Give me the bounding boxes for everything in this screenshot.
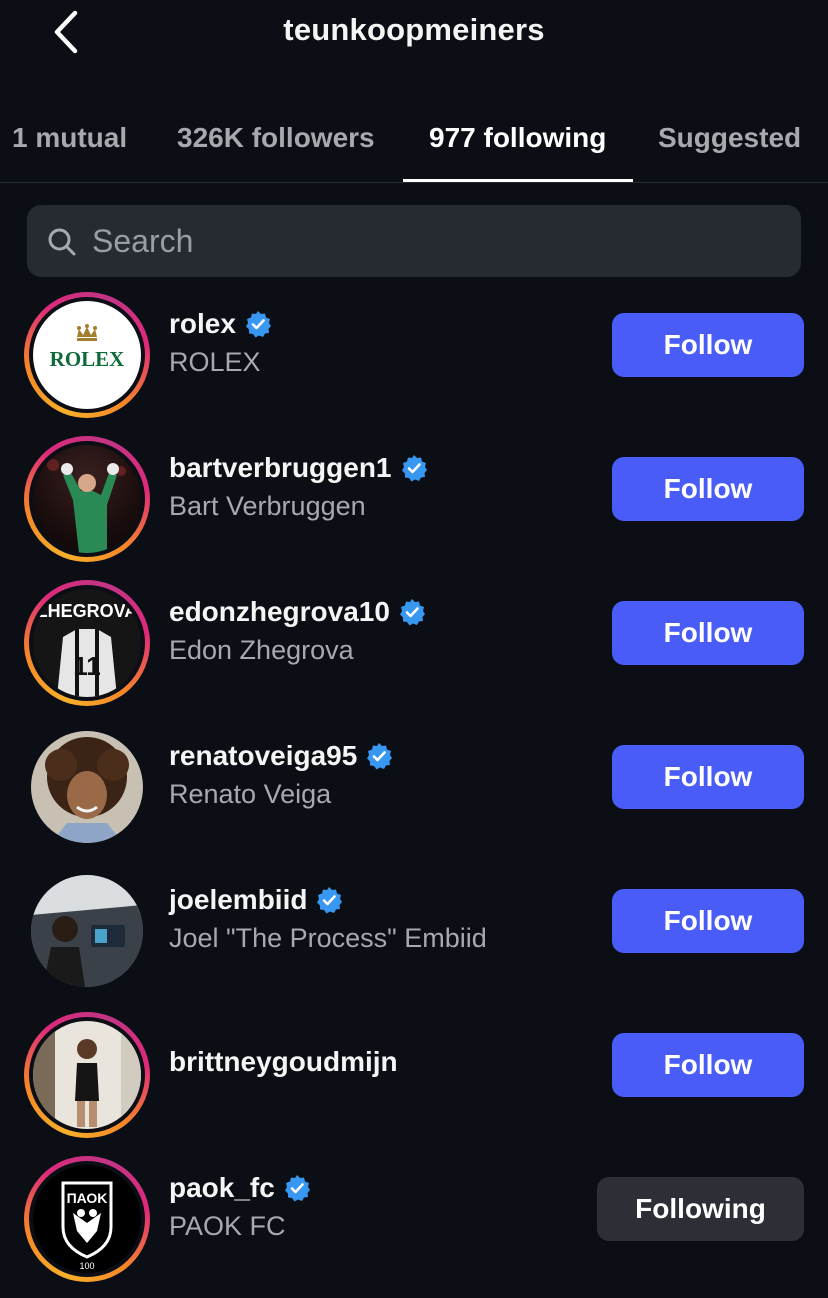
username[interactable]: joelembiid: [169, 884, 307, 916]
username[interactable]: renatoveiga95: [169, 740, 357, 772]
logo-number: 100: [79, 1261, 94, 1271]
follow-button[interactable]: Follow: [612, 1033, 804, 1097]
list-item: ROLEX rolex ROLEX Follow: [0, 290, 828, 434]
verified-badge-icon: [401, 455, 427, 482]
search-placeholder: Search: [92, 223, 194, 259]
paok-logo: ΠΑΟΚ 100: [61, 1181, 113, 1271]
following-button[interactable]: Following: [597, 1177, 804, 1241]
jersey-number: 11: [73, 651, 101, 681]
avatar[interactable]: [24, 1012, 150, 1138]
verified-badge-icon: [367, 743, 393, 770]
list-item: renatoveiga95 Renato Veiga Follow: [0, 722, 828, 866]
list-item: joelembiid Joel "The Process" Embiid Fol…: [0, 866, 828, 1010]
list-item: brittneygoudmijn Follow: [0, 1010, 828, 1154]
verified-badge-icon: [399, 599, 425, 626]
full-name: ROLEX: [169, 347, 261, 377]
verified-badge-icon: [284, 1175, 310, 1202]
verified-badge-icon: [317, 887, 343, 914]
username[interactable]: paok_fc: [169, 1172, 275, 1204]
full-name: Joel "The Process" Embiid: [169, 923, 487, 953]
follow-button[interactable]: Follow: [612, 313, 804, 377]
full-name: Edon Zhegrova: [169, 635, 354, 665]
rolex-logo: ROLEX: [50, 324, 125, 371]
username[interactable]: brittneygoudmijn: [169, 1046, 398, 1078]
avatar-text: ΠΑΟΚ: [67, 1190, 108, 1206]
avatar[interactable]: [31, 731, 143, 843]
avatar[interactable]: ZHEGROVA 11: [24, 580, 150, 706]
tab-mutual[interactable]: 1 mutual: [12, 122, 127, 154]
following-list-screen: teunkoopmeiners 1 mutual 326K followers …: [0, 0, 828, 1298]
jersey-photo: ZHEGROVA 11: [37, 601, 138, 697]
full-name: PAOK FC: [169, 1211, 286, 1241]
cockpit-photo: [31, 875, 143, 987]
full-name: Bart Verbruggen: [169, 491, 366, 521]
verified-badge-icon: [245, 311, 271, 338]
tab-following[interactable]: 977 following: [429, 122, 606, 154]
avatar[interactable]: ROLEX: [24, 292, 150, 418]
list-item: ΠΑΟΚ 100 paok_fc PAOK FC Following: [0, 1154, 828, 1298]
page-title: teunkoopmeiners: [283, 12, 545, 47]
follow-button[interactable]: Follow: [612, 457, 804, 521]
portrait-photo: [45, 737, 129, 843]
username[interactable]: bartverbruggen1: [169, 452, 392, 484]
avatar[interactable]: [31, 875, 143, 987]
avatar-text: ROLEX: [50, 347, 125, 371]
tab-followers[interactable]: 326K followers: [177, 122, 375, 154]
active-tab-indicator: [403, 179, 633, 182]
header: teunkoopmeiners: [0, 0, 828, 66]
search-icon: [48, 228, 76, 256]
username[interactable]: rolex: [169, 308, 236, 340]
goalkeeper-photo: [47, 459, 126, 553]
list-item: ZHEGROVA 11 edonzhegrova10 Edon Zhegrova: [0, 578, 828, 722]
full-name: Renato Veiga: [169, 779, 332, 809]
avatar[interactable]: ΠΑΟΚ 100: [24, 1156, 150, 1282]
follow-button[interactable]: Follow: [612, 889, 804, 953]
avatar-text: ZHEGROVA: [37, 601, 138, 621]
follow-button[interactable]: Follow: [612, 601, 804, 665]
search-input[interactable]: Search: [27, 205, 801, 277]
follow-button[interactable]: Follow: [612, 745, 804, 809]
tab-suggested[interactable]: Suggested: [658, 122, 801, 154]
list-item: bartverbruggen1 Bart Verbruggen Follow: [0, 434, 828, 578]
person-photo: [33, 1021, 141, 1129]
username[interactable]: edonzhegrova10: [169, 596, 390, 628]
tab-bar: 1 mutual 326K followers 977 following Su…: [0, 96, 828, 183]
avatar[interactable]: [24, 436, 150, 562]
